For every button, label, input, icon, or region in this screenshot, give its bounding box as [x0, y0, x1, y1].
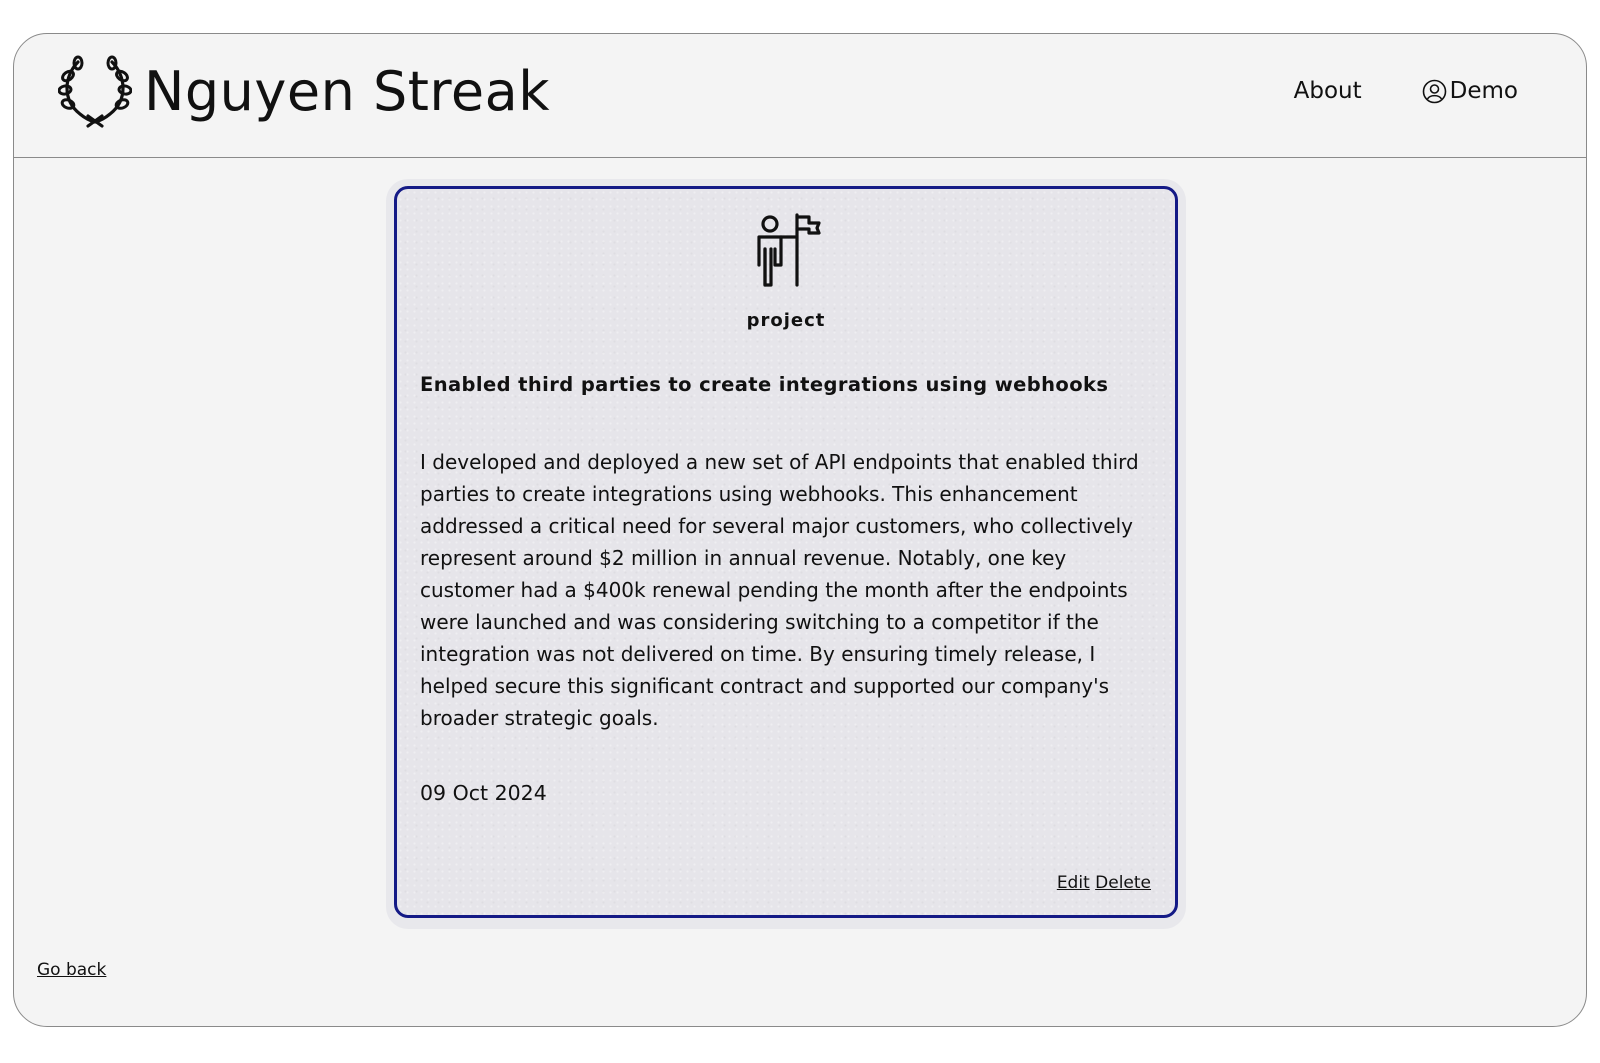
nav-demo-link[interactable]: Demo — [1422, 78, 1518, 104]
delete-link[interactable]: Delete — [1095, 873, 1151, 893]
user-circle-icon — [1422, 79, 1446, 103]
brand[interactable]: Nguyen Streak — [58, 54, 550, 130]
app-window: Nguyen Streak About Demo project Enabled… — [13, 33, 1587, 1027]
accomplishment-card-wrapper: project Enabled third parties to create … — [386, 179, 1186, 929]
site-header: Nguyen Streak About Demo — [14, 34, 1586, 158]
card-description: I developed and deployed a new set of AP… — [420, 450, 1139, 730]
nav-about-link[interactable]: About — [1294, 78, 1362, 104]
go-back-link[interactable]: Go back — [37, 960, 106, 980]
card-actions: Edit Delete — [1057, 873, 1151, 893]
card-title: Enabled third parties to create integrat… — [420, 373, 1109, 396]
card-date: 09 Oct 2024 — [420, 781, 547, 805]
card-type-label: project — [746, 310, 826, 331]
accomplishment-card: project Enabled third parties to create … — [394, 186, 1178, 918]
top-nav: About Demo — [1294, 78, 1518, 104]
nav-demo-label: Demo — [1449, 78, 1518, 104]
edit-link[interactable]: Edit — [1057, 873, 1090, 893]
brand-name: Nguyen Streak — [144, 60, 551, 123]
person-with-flag-icon — [757, 213, 821, 287]
laurel-wreath-icon — [58, 55, 132, 128]
